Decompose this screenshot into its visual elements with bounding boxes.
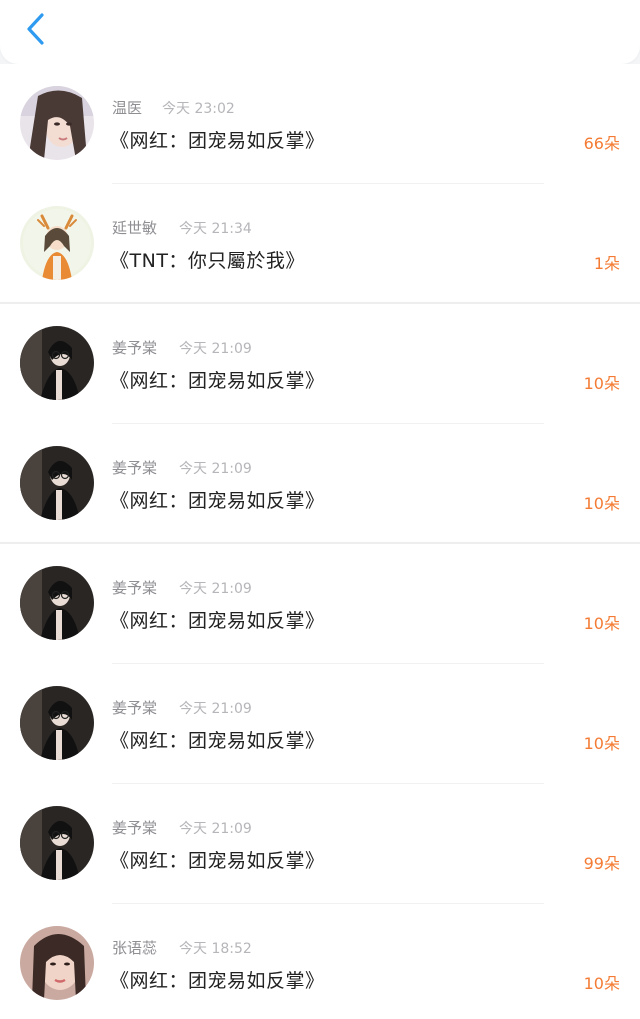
sender-name: 姜予棠 xyxy=(112,579,158,597)
avatar[interactable] xyxy=(20,806,94,880)
avatar[interactable] xyxy=(20,326,94,400)
send-time: 今天 21:09 xyxy=(179,821,252,837)
top-bar xyxy=(0,0,640,64)
sender-name: 姜予棠 xyxy=(112,459,158,477)
send-time: 今天 21:09 xyxy=(179,461,252,477)
list-item[interactable]: 张语蕊 今天 18:52 《网红：团宠易如反掌》 10朵 xyxy=(0,904,640,1019)
flower-amount: 10朵 xyxy=(583,734,620,753)
avatar[interactable] xyxy=(20,206,94,280)
book-title: 《网红：团宠易如反掌》 xyxy=(110,730,325,752)
list-item[interactable]: 姜予棠 今天 21:09 《网红：团宠易如反掌》 10朵 xyxy=(0,664,640,784)
send-time: 今天 21:34 xyxy=(179,221,252,237)
avatar[interactable] xyxy=(20,686,94,760)
back-button[interactable] xyxy=(16,6,56,52)
send-time: 今天 21:09 xyxy=(179,341,252,357)
chevron-left-icon xyxy=(27,13,44,45)
send-time: 今天 18:52 xyxy=(179,941,252,957)
send-time: 今天 23:02 xyxy=(162,101,235,117)
book-title: 《TNT：你只屬於我》 xyxy=(110,250,305,272)
sender-name: 温医 xyxy=(112,99,143,117)
list-item[interactable]: 姜予棠 今天 21:09 《网红：团宠易如反掌》 10朵 xyxy=(0,544,640,664)
book-title: 《网红：团宠易如反掌》 xyxy=(110,130,325,152)
sender-name: 延世敏 xyxy=(112,219,158,237)
book-title: 《网红：团宠易如反掌》 xyxy=(110,490,325,512)
list-item[interactable]: 姜予棠 今天 21:09 《网红：团宠易如反掌》 10朵 xyxy=(0,424,640,544)
flower-amount: 66朵 xyxy=(583,134,620,153)
send-time: 今天 21:09 xyxy=(179,701,252,717)
flower-amount: 10朵 xyxy=(583,614,620,633)
sender-name: 姜予棠 xyxy=(112,819,158,837)
sender-name: 张语蕊 xyxy=(112,939,158,957)
sender-name: 姜予棠 xyxy=(112,339,158,357)
avatar[interactable] xyxy=(20,86,94,160)
flower-amount: 10朵 xyxy=(583,494,620,513)
sender-name: 姜予棠 xyxy=(112,699,158,717)
book-title: 《网红：团宠易如反掌》 xyxy=(110,850,325,872)
book-title: 《网红：团宠易如反掌》 xyxy=(110,370,325,392)
list-item[interactable]: 延世敏 今天 21:34 《TNT：你只屬於我》 1朵 xyxy=(0,184,640,304)
flower-amount: 10朵 xyxy=(583,974,620,993)
book-title: 《网红：团宠易如反掌》 xyxy=(110,970,325,992)
list-item[interactable]: 温医 今天 23:02 《网红：团宠易如反掌》 66朵 xyxy=(0,64,640,184)
send-time: 今天 21:09 xyxy=(179,581,252,597)
avatar[interactable] xyxy=(20,446,94,520)
avatar[interactable] xyxy=(20,566,94,640)
list-item[interactable]: 姜予棠 今天 21:09 《网红：团宠易如反掌》 99朵 xyxy=(0,784,640,904)
avatar[interactable] xyxy=(20,926,94,1000)
book-title: 《网红：团宠易如反掌》 xyxy=(110,610,325,632)
flower-amount: 1朵 xyxy=(593,254,620,273)
flower-amount: 10朵 xyxy=(583,374,620,393)
flower-amount: 99朵 xyxy=(583,854,620,873)
gift-record-list: 温医 今天 23:02 《网红：团宠易如反掌》 66朵 延世敏 今天 21:34… xyxy=(0,64,640,1019)
list-item[interactable]: 姜予棠 今天 21:09 《网红：团宠易如反掌》 10朵 xyxy=(0,304,640,424)
